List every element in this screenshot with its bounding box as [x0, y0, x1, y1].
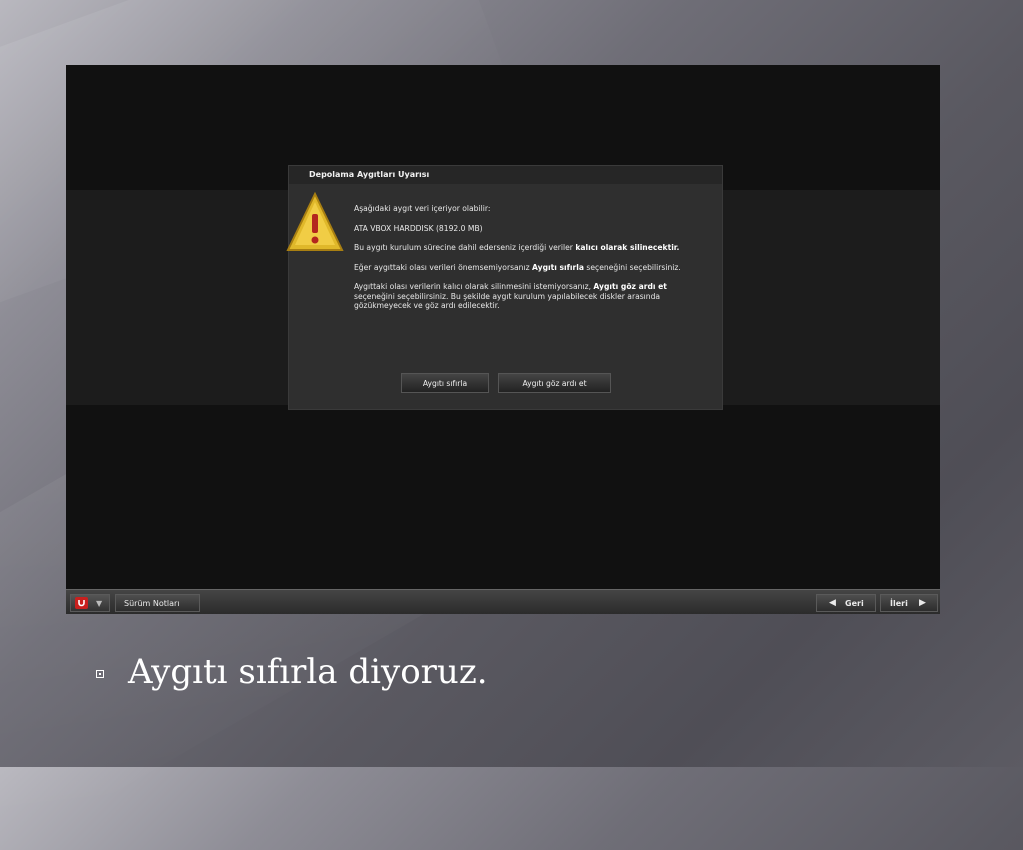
- text-span: Aygıttaki olası verilerin kalıcı olarak …: [354, 282, 594, 291]
- text-bold: Aygıtı göz ardı et: [593, 282, 667, 291]
- slide-caption: Aygıtı sıfırla diyoruz.: [128, 652, 488, 692]
- dialog-title: Depolama Aygıtları Uyarısı: [289, 166, 722, 184]
- next-label: İleri: [890, 599, 908, 608]
- chevron-down-icon: ▼: [96, 599, 103, 608]
- bullet-icon: [96, 670, 104, 678]
- ignore-device-button[interactable]: Aygıtı göz ardı et: [498, 373, 611, 393]
- release-notes-button[interactable]: Sürüm Notları: [115, 594, 200, 612]
- text-span: Bu aygıtı kurulum sürecine dahil edersen…: [354, 243, 576, 252]
- dialog-text: Eğer aygıttaki olası verileri önemsemiyo…: [354, 263, 704, 273]
- taskbar: ▼ Sürüm Notları ◀ Geri İleri ▶: [66, 589, 940, 614]
- text-span: Eğer aygıttaki olası verileri önemsemiyo…: [354, 262, 533, 272]
- arrow-left-icon: ◀: [829, 598, 836, 608]
- text-span: seçeneğini seçebilirsiniz. Bu şekilde ay…: [354, 291, 661, 311]
- brand-logo-icon: [75, 597, 88, 609]
- device-name: ATA VBOX HARDDISK (8192.0 MB): [354, 223, 483, 233]
- text-span: seçeneğini seçebilirsiniz.: [584, 262, 681, 272]
- dialog-text: Aşağıdaki aygıt veri içeriyor olabilir:: [354, 204, 491, 213]
- reset-device-button[interactable]: Aygıtı sıfırla: [401, 373, 489, 393]
- text-bold: Aygıtı sıfırla: [532, 262, 584, 272]
- text-bold: kalıcı olarak silinecektir.: [575, 243, 680, 252]
- menu-button[interactable]: ▼: [70, 594, 110, 612]
- dialog-body: Aşağıdaki aygıt veri içeriyor olabilir: …: [354, 204, 704, 321]
- dialog-text: Bu aygıtı kurulum sürecine dahil edersen…: [354, 243, 704, 253]
- next-button[interactable]: İleri ▶: [880, 594, 938, 612]
- back-button[interactable]: ◀ Geri: [816, 594, 876, 612]
- installer-screenshot: Depolama Aygıtları Uyarısı Aşağıdaki ayg…: [66, 65, 940, 614]
- storage-warning-dialog: Depolama Aygıtları Uyarısı Aşağıdaki ayg…: [286, 166, 722, 409]
- arrow-right-icon: ▶: [919, 598, 926, 608]
- back-label: Geri: [845, 599, 864, 608]
- dialog-text: Aygıttaki olası verilerin kalıcı olarak …: [354, 282, 704, 311]
- warning-icon: [285, 190, 345, 260]
